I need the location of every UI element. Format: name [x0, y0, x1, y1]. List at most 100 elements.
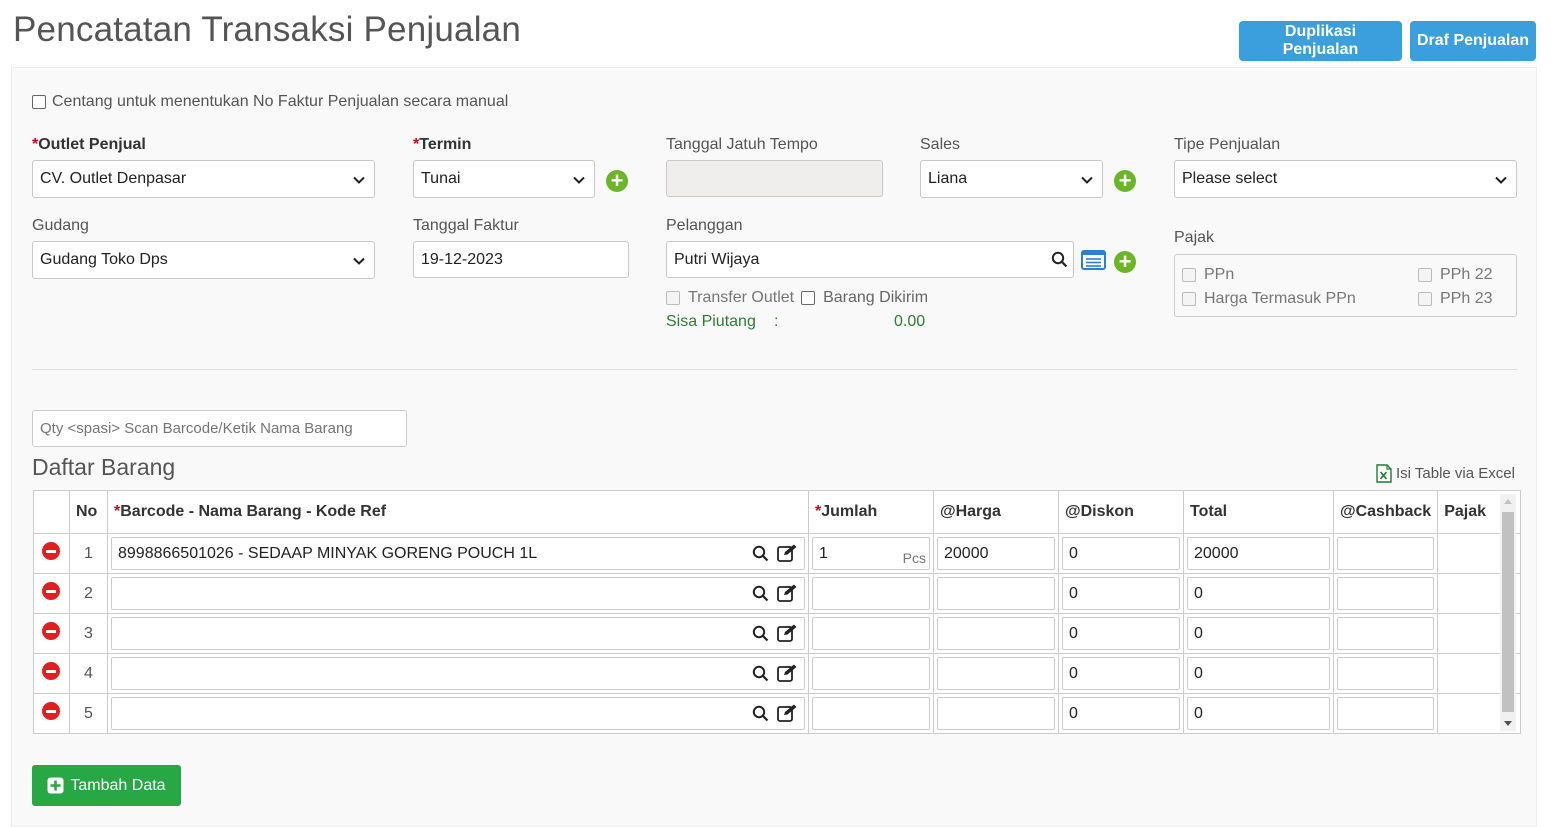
transfer-outlet-checkbox[interactable]	[666, 291, 680, 305]
qty-input[interactable]: 1 Pcs	[812, 537, 930, 570]
row-number: 5	[69, 693, 108, 734]
shipped-checkbox[interactable]	[801, 291, 816, 305]
price-input[interactable]	[937, 577, 1055, 610]
customer-input[interactable]: Putri Wijaya	[666, 241, 1074, 278]
barcode-input[interactable]	[111, 657, 805, 690]
total-input[interactable]: 20000	[1187, 537, 1330, 570]
edit-icon[interactable]	[777, 703, 798, 723]
remove-row-icon[interactable]	[42, 582, 60, 600]
termin-label: *Termin	[413, 136, 471, 154]
scan-barcode-input[interactable]	[32, 410, 407, 447]
table-scrollbar[interactable]	[1500, 494, 1516, 731]
scroll-down-icon[interactable]	[1503, 720, 1513, 728]
sales-form-panel: Centang untuk menentukan No Faktur Penju…	[11, 67, 1537, 827]
customer-list-icon[interactable]	[1081, 250, 1106, 270]
table-row: 5 00	[33, 693, 1522, 734]
qty-cell	[808, 693, 934, 734]
barcode-input[interactable]	[111, 577, 805, 610]
discount-input[interactable]: 0	[1062, 657, 1180, 690]
chevron-down-icon	[1081, 176, 1093, 184]
search-icon[interactable]	[1051, 251, 1068, 268]
remove-row-icon[interactable]	[42, 662, 60, 680]
table-row: 2 00	[33, 573, 1522, 614]
qty-input[interactable]	[812, 697, 930, 730]
discount-input[interactable]: 0	[1062, 697, 1180, 730]
invoice-date-input[interactable]: 19-12-2023	[413, 241, 629, 278]
barcode-input[interactable]: 8998866501026 - SEDAAP MINYAK GORENG POU…	[111, 537, 805, 570]
col-qty: *Jumlah	[808, 490, 934, 534]
scroll-thumb[interactable]	[1502, 512, 1514, 712]
qty-input[interactable]	[812, 577, 930, 610]
barcode-input[interactable]	[111, 697, 805, 730]
item-list-title: Daftar Barang	[32, 454, 176, 480]
tax-incl-option[interactable]: Harga Termasuk PPn	[1182, 290, 1356, 308]
total-input[interactable]: 0	[1187, 657, 1330, 690]
receivable-separator: :	[774, 313, 779, 330]
row-number: 3	[69, 613, 108, 654]
qty-input[interactable]	[812, 657, 930, 690]
edit-icon[interactable]	[777, 663, 798, 683]
price-input[interactable]	[937, 617, 1055, 650]
price-cell	[933, 693, 1059, 734]
tax-pph22-option[interactable]: PPh 22	[1418, 266, 1492, 284]
remove-row-icon[interactable]	[42, 542, 60, 560]
price-input[interactable]	[937, 697, 1055, 730]
add-customer-icon[interactable]: +	[1114, 251, 1136, 273]
manual-invoice-checkbox[interactable]	[32, 95, 46, 109]
pph23-checkbox[interactable]	[1418, 292, 1432, 306]
price-input[interactable]	[937, 657, 1055, 690]
add-termin-icon[interactable]: +	[606, 170, 628, 192]
outlet-select[interactable]: CV. Outlet Denpasar	[32, 160, 375, 198]
chevron-down-icon	[1495, 176, 1507, 184]
col-remove	[33, 490, 70, 534]
search-icon[interactable]	[752, 705, 769, 722]
edit-icon[interactable]	[777, 583, 798, 603]
add-sales-icon[interactable]: +	[1114, 170, 1136, 192]
cashback-input[interactable]	[1337, 617, 1435, 650]
price-input[interactable]: 20000	[937, 537, 1055, 570]
total-cell: 0	[1183, 573, 1334, 614]
excel-import-link[interactable]: Isi Table via Excel	[1376, 464, 1515, 483]
cashback-input[interactable]	[1337, 697, 1435, 730]
tax-pph23-option[interactable]: PPh 23	[1418, 290, 1492, 308]
total-input[interactable]: 0	[1187, 697, 1330, 730]
remove-row-icon[interactable]	[42, 622, 60, 640]
termin-select[interactable]: Tunai	[413, 160, 595, 198]
scroll-up-icon[interactable]	[1503, 497, 1513, 505]
sale-type-select[interactable]: Please select	[1174, 160, 1517, 198]
discount-input[interactable]: 0	[1062, 617, 1180, 650]
discount-input[interactable]: 0	[1062, 577, 1180, 610]
search-icon[interactable]	[752, 625, 769, 642]
total-cell: 0	[1183, 653, 1334, 694]
total-input[interactable]: 0	[1187, 617, 1330, 650]
remove-row-icon[interactable]	[42, 702, 60, 720]
duplicate-sale-button[interactable]: Duplikasi Penjualan	[1239, 21, 1402, 61]
total-input[interactable]: 0	[1187, 577, 1330, 610]
cashback-input[interactable]	[1337, 577, 1435, 610]
table-header-row: No *Barcode - Nama Barang - Kode Ref *Ju…	[33, 490, 1522, 534]
discount-input[interactable]: 0	[1062, 537, 1180, 570]
barcode-input[interactable]	[111, 617, 805, 650]
ppn-checkbox[interactable]	[1182, 268, 1196, 282]
edit-icon[interactable]	[777, 543, 798, 563]
tax-incl-checkbox[interactable]	[1182, 292, 1196, 306]
search-icon[interactable]	[752, 585, 769, 602]
warehouse-select[interactable]: Gudang Toko Dps	[32, 241, 375, 279]
tax-options-box: PPn Harga Termasuk PPn PPh 22 PPh 23	[1174, 254, 1517, 317]
draft-sale-button[interactable]: Draf Penjualan	[1410, 21, 1536, 61]
qty-cell	[808, 613, 934, 654]
search-icon[interactable]	[752, 545, 769, 562]
edit-icon[interactable]	[777, 623, 798, 643]
receivable-label: Sisa Piutang	[666, 313, 756, 330]
col-cashback: @Cashback	[1332, 490, 1439, 534]
qty-input[interactable]	[812, 617, 930, 650]
add-row-button[interactable]: Tambah Data	[32, 765, 181, 806]
cashback-input[interactable]	[1337, 537, 1435, 570]
col-qty-text: Jumlah	[821, 503, 878, 520]
sales-select[interactable]: Liana	[920, 160, 1103, 198]
pph22-checkbox[interactable]	[1418, 268, 1432, 282]
cashback-input[interactable]	[1337, 657, 1435, 690]
col-discount: @Diskon	[1058, 490, 1184, 534]
search-icon[interactable]	[752, 665, 769, 682]
tax-ppn-option[interactable]: PPn	[1182, 266, 1234, 284]
